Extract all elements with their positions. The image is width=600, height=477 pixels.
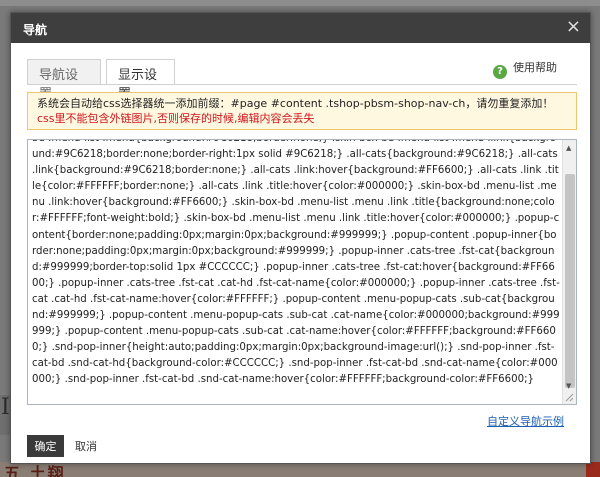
- editor-scrollbar[interactable]: ▲ ▼: [562, 140, 576, 404]
- confirm-button[interactable]: 确定: [27, 435, 64, 457]
- help-label: 使用帮助: [513, 61, 557, 74]
- help-link[interactable]: ? 使用帮助: [493, 59, 557, 79]
- tab-display-settings[interactable]: 显示设置: [106, 59, 175, 102]
- dialog-titlebar: 导航 ×: [11, 13, 590, 43]
- tab-nav-settings[interactable]: 导航设置: [27, 59, 101, 102]
- backdrop-red-strip: [586, 462, 600, 477]
- cancel-button[interactable]: 取消: [75, 438, 97, 454]
- notice-prefix-text: 系统会自动给css选择器统一添加前缀：#page #content .tshop…: [37, 97, 554, 110]
- notice-warning-text: css里不能包含外链图片,否则保存的时候,编辑内容会丢失: [37, 112, 315, 125]
- scroll-down-icon[interactable]: ▼: [566, 382, 571, 390]
- css-editor-content[interactable]: bd .menu-list .menu{background:#9C6218;b…: [32, 140, 560, 389]
- backdrop-glyph: I: [1, 395, 10, 420]
- page-backdrop-left: I: [0, 395, 10, 435]
- css-prefix-notice: 系统会自动给css选择器统一添加前缀：#page #content .tshop…: [27, 92, 577, 130]
- page-backdrop-bottom: 五 土翔: [0, 462, 600, 477]
- nav-settings-dialog: 导航 × 导航设置 显示设置 ? 使用帮助 系统会自动给css选择器统一添加前缀：…: [10, 12, 591, 464]
- tab-divider: [27, 84, 577, 85]
- css-editor[interactable]: bd .menu-list .menu{background:#9C6218;b…: [27, 139, 577, 405]
- custom-nav-example-link[interactable]: 自定义导航示例: [487, 413, 564, 429]
- page-backdrop-top: [0, 0, 600, 6]
- scrollbar-thumb[interactable]: [565, 174, 575, 388]
- scroll-up-icon[interactable]: ▲: [566, 144, 571, 152]
- resize-grip-icon[interactable]: [564, 392, 574, 402]
- close-icon[interactable]: ×: [566, 17, 581, 37]
- dialog-title: 导航: [23, 23, 48, 37]
- question-circle-icon: ?: [493, 65, 507, 79]
